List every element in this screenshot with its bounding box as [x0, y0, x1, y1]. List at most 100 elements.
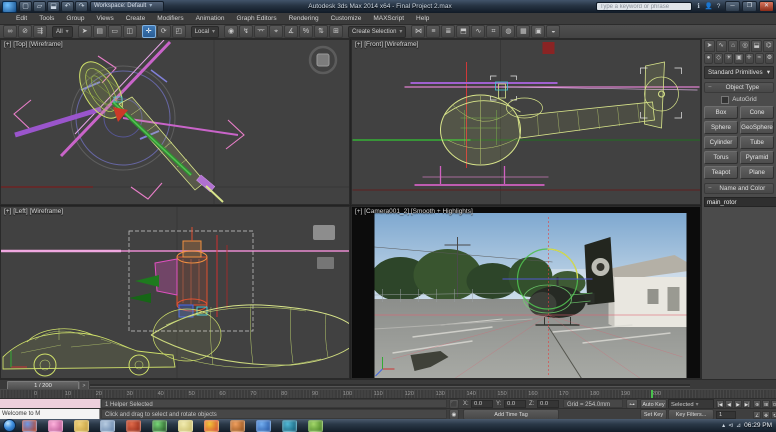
- taskbar-app-photo-gallery[interactable]: [48, 420, 63, 432]
- primitive-button[interactable]: GeoSphere: [740, 121, 774, 134]
- network-icon[interactable]: ⊿: [736, 422, 741, 429]
- zoom-all-icon[interactable]: ⊞: [762, 400, 770, 408]
- select-object-icon[interactable]: ➤: [78, 25, 92, 38]
- helicopter-top-wireframe[interactable]: [15, 40, 238, 202]
- taskbar-app-chrome[interactable]: [204, 420, 219, 432]
- unlink-selection-icon[interactable]: ⊘: [18, 25, 32, 38]
- primitive-button[interactable]: Sphere: [704, 121, 738, 134]
- utilities-tab-icon[interactable]: ⌬: [763, 40, 774, 52]
- viewcube[interactable]: [310, 47, 336, 73]
- taskbar-app-notes[interactable]: [178, 420, 193, 432]
- x-coord-field[interactable]: [471, 400, 493, 408]
- new-scene-icon[interactable]: ▢: [19, 1, 32, 12]
- menu-item[interactable]: Tools: [33, 13, 60, 25]
- gray-box-object[interactable]: [313, 225, 335, 240]
- start-button[interactable]: [3, 419, 16, 432]
- use-pivot-center-icon[interactable]: ◉: [224, 25, 238, 38]
- taskbar-app-media-player[interactable]: [152, 420, 167, 432]
- select-by-name-icon[interactable]: ▤: [93, 25, 107, 38]
- track-bar[interactable]: 0102030405060708090100110120130140150160…: [0, 389, 776, 398]
- undo-icon[interactable]: ↶: [61, 1, 74, 12]
- rotor-hub-assembly[interactable]: [129, 227, 227, 317]
- render-setup-icon[interactable]: ▦: [516, 25, 530, 38]
- viewport-top-label[interactable]: [+] [Top] [Wireframe]: [4, 41, 63, 48]
- percent-snap-icon[interactable]: %: [299, 25, 313, 38]
- taskbar-clock[interactable]: 06:29 PM: [744, 422, 772, 429]
- car-wireframe[interactable]: [3, 328, 175, 376]
- helpers-icon[interactable]: ✛: [745, 53, 754, 64]
- primitive-button[interactable]: Cone: [740, 106, 774, 119]
- object-name-input[interactable]: [704, 197, 776, 207]
- select-and-manipulate-icon[interactable]: ↯: [239, 25, 253, 38]
- hierarchy-tab-icon[interactable]: ⌂: [728, 40, 739, 52]
- taskbar-app-firefox[interactable]: [22, 420, 37, 432]
- gray-box-object[interactable]: [317, 257, 334, 269]
- show-hidden-icons[interactable]: ▴: [722, 422, 725, 429]
- edit-named-sets-icon[interactable]: ⊞: [329, 25, 343, 38]
- taskbar-app-gimp[interactable]: [230, 420, 245, 432]
- menu-item[interactable]: Help: [410, 13, 435, 25]
- object-type-rollout-header[interactable]: Object Type: [704, 82, 774, 93]
- rendered-frame-icon[interactable]: ▣: [531, 25, 545, 38]
- angle-snap-icon[interactable]: ∡: [284, 25, 298, 38]
- rectangular-selection-icon[interactable]: ▭: [108, 25, 122, 38]
- taskbar-app-browser[interactable]: [256, 420, 271, 432]
- taskbar-app-installer[interactable]: [126, 420, 141, 432]
- menu-item[interactable]: Modifiers: [151, 13, 189, 25]
- primitive-button[interactable]: Pyramid: [740, 151, 774, 164]
- volume-icon[interactable]: ⊲: [728, 422, 733, 429]
- viewport-camera[interactable]: [+] [Camera001_2] [Smooth + Highlights]: [351, 206, 701, 379]
- viewport-front-label[interactable]: [+] [Front] [Wireframe]: [355, 41, 418, 48]
- geometry-icon[interactable]: ●: [704, 53, 713, 64]
- play-animation-icon[interactable]: ▶: [734, 400, 742, 408]
- select-and-rotate-icon[interactable]: ⟳: [157, 25, 171, 38]
- align-icon[interactable]: ≡: [426, 25, 440, 38]
- ribbon-toggle-icon[interactable]: ⬒: [456, 25, 470, 38]
- primitive-button[interactable]: Plane: [740, 166, 774, 179]
- open-file-icon[interactable]: ▱: [33, 1, 46, 12]
- pan-view-icon[interactable]: ✥: [762, 411, 770, 419]
- layer-manager-icon[interactable]: ≣: [441, 25, 455, 38]
- helicopter-front-wireframe[interactable]: [405, 62, 700, 185]
- menu-item[interactable]: MAXScript: [367, 13, 410, 25]
- orbit-icon[interactable]: ↻: [771, 411, 776, 419]
- mirror-icon[interactable]: ⋈: [411, 25, 425, 38]
- viewport-left[interactable]: [+] [Left] [Wireframe]: [0, 206, 350, 379]
- primitive-button[interactable]: Teapot: [704, 166, 738, 179]
- close-button[interactable]: ✕: [759, 1, 774, 12]
- menu-item[interactable]: Customize: [325, 13, 368, 25]
- selection-filter-dropdown[interactable]: All: [52, 26, 73, 38]
- taskbar-app-3dsmax[interactable]: [282, 420, 297, 432]
- select-and-move-icon[interactable]: ✛: [142, 25, 156, 38]
- menu-item[interactable]: Graph Editors: [231, 13, 283, 25]
- zoom-icon[interactable]: ⊕: [753, 400, 761, 408]
- bind-to-space-warp-icon[interactable]: ⇶: [33, 25, 47, 38]
- create-tab-icon[interactable]: ➤: [704, 40, 715, 52]
- spinner-snap-icon[interactable]: ⇅: [314, 25, 328, 38]
- save-file-icon[interactable]: ⬓: [47, 1, 60, 12]
- motion-tab-icon[interactable]: ◎: [739, 40, 750, 52]
- named-selection-set-dropdown[interactable]: Create Selection: [348, 26, 406, 38]
- maximize-button[interactable]: ❐: [742, 1, 757, 12]
- menu-item[interactable]: Create: [120, 13, 152, 25]
- select-and-scale-icon[interactable]: ◰: [172, 25, 186, 38]
- snaps-toggle-icon[interactable]: ⌖: [269, 25, 283, 38]
- current-frame-field[interactable]: [716, 411, 736, 419]
- keyboard-override-icon[interactable]: ⌤: [254, 25, 268, 38]
- space-warps-icon[interactable]: ≈: [755, 53, 764, 64]
- menu-item[interactable]: Group: [60, 13, 90, 25]
- infocenter-search-input[interactable]: [596, 2, 692, 11]
- curve-editor-icon[interactable]: ∿: [471, 25, 485, 38]
- redo-icon[interactable]: ↷: [75, 1, 88, 12]
- display-tab-icon[interactable]: ⬓: [751, 40, 762, 52]
- primitive-button[interactable]: Torus: [704, 151, 738, 164]
- info-center-icon[interactable]: ℹ: [694, 2, 703, 11]
- application-menu-button[interactable]: [2, 1, 17, 13]
- primitive-category-dropdown[interactable]: Standard Primitives▾: [704, 66, 774, 79]
- systems-icon[interactable]: ⚙: [765, 53, 774, 64]
- taskbar-app-folder[interactable]: [74, 420, 89, 432]
- primitive-button[interactable]: Box: [704, 106, 738, 119]
- menu-item[interactable]: Rendering: [283, 13, 325, 25]
- autogrid-checkbox[interactable]: [721, 96, 729, 104]
- y-coord-field[interactable]: [504, 400, 526, 408]
